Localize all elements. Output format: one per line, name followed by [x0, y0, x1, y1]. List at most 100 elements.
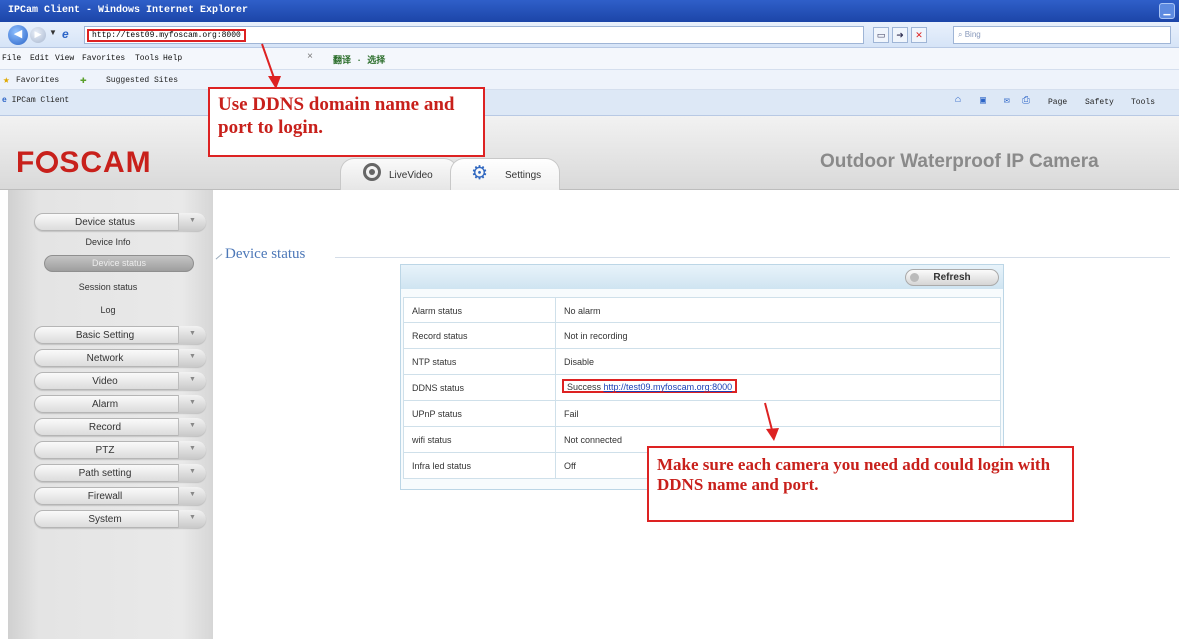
status-key: Record status — [404, 323, 556, 348]
command-page[interactable]: Page — [1048, 98, 1067, 107]
camera-model-title: Outdoor Waterproof IP Camera — [820, 151, 1099, 172]
add-favorite-icon[interactable]: ✚ — [80, 73, 87, 87]
favorites-star-icon[interactable]: ★ — [3, 73, 10, 87]
sidebar-item-ptz[interactable]: PTZ ▼ — [34, 441, 206, 459]
window-title: IPCam Client - Windows Internet Explorer — [8, 5, 249, 16]
command-tools[interactable]: Tools — [1131, 98, 1155, 107]
status-key: Infra led status — [404, 453, 556, 478]
sidebar-item-path-setting[interactable]: Path setting ▼ — [34, 464, 206, 482]
refresh-label: Refresh — [933, 272, 971, 283]
status-value: Not connected — [564, 435, 623, 445]
chevron-down-icon: ▼ — [178, 464, 206, 482]
chevron-down-icon: ▼ — [178, 418, 206, 436]
history-dropdown-icon[interactable]: ▼ — [49, 28, 57, 37]
status-value: No alarm — [564, 306, 601, 316]
tab-settings[interactable]: ⚙ Settings — [450, 158, 560, 190]
search-input[interactable]: ⌕ Bing — [953, 26, 1171, 44]
menu-file[interactable]: File — [2, 54, 21, 63]
foscam-logo: F SCAM — [16, 146, 152, 179]
sidebar-item-basic-setting[interactable]: Basic Setting ▼ — [34, 326, 206, 344]
sidebar-item-label: Network — [86, 353, 124, 364]
address-buttons: ▭ ➜ ✕ — [873, 27, 927, 43]
status-key: UPnP status — [404, 401, 556, 426]
section-rule — [335, 257, 1170, 258]
chevron-down-icon: ▼ — [178, 441, 206, 459]
table-row: UPnP status Fail — [403, 401, 1001, 427]
sidebar-item-video[interactable]: Video ▼ — [34, 372, 206, 390]
translate-button[interactable]: 翻译 · 选择 — [333, 53, 385, 66]
annotation-ddns-tip: Make sure each camera you need add could… — [647, 446, 1074, 522]
menu-bar: File Edit View Favorites Tools Help × 翻译… — [0, 48, 1179, 70]
menu-help[interactable]: Help — [163, 54, 182, 63]
ddns-status-highlight: Success http://test09.myfoscam.org:8000 — [562, 379, 738, 393]
minimize-button[interactable]: ▁ — [1159, 3, 1175, 19]
stop-icon[interactable]: ✕ — [911, 27, 927, 43]
ddns-success-text: Success — [567, 382, 602, 392]
tab-settings-label: Settings — [505, 170, 542, 181]
sidebar-item-alarm[interactable]: Alarm ▼ — [34, 395, 206, 413]
favorites-button[interactable]: Favorites — [16, 76, 59, 85]
table-row: Record status Not in recording — [403, 323, 1001, 349]
command-safety[interactable]: Safety — [1085, 98, 1114, 107]
back-arrow-icon[interactable]: ◀ — [8, 25, 28, 45]
browser-tab[interactable]: e IPCam Client — [2, 96, 69, 105]
sidebar-sub-log[interactable]: Log — [48, 305, 168, 315]
page-title: Device status — [225, 246, 306, 262]
sidebar-item-firewall[interactable]: Firewall ▼ — [34, 487, 206, 505]
feeds-icon[interactable]: ▣ — [980, 95, 986, 107]
annotation-login-tip: Use DDNS domain name and port to login. — [208, 87, 485, 157]
url-input[interactable]: http://test09.myfoscam.org:8000 — [84, 26, 864, 44]
menu-edit[interactable]: Edit — [30, 54, 49, 63]
sidebar-sub-device-info[interactable]: Device Info — [48, 237, 168, 247]
close-icon[interactable]: × — [307, 52, 313, 63]
menu-favorites[interactable]: Favorites — [82, 54, 125, 63]
sidebar-item-label: Device status — [74, 217, 136, 228]
refresh-icon — [910, 273, 919, 282]
camera-header: F SCAM LiveVideo ⚙ Settings Outdoor Water… — [0, 116, 1179, 190]
sidebar-item-label: Firewall — [87, 491, 123, 502]
sidebar-sub-device-status[interactable]: Device status — [44, 255, 194, 272]
ddns-url-link[interactable]: http://test09.myfoscam.org:8000 — [604, 382, 733, 392]
sidebar-item-device-status[interactable]: Device status ▼ — [34, 213, 206, 231]
tab-livevideo[interactable]: LiveVideo — [340, 158, 458, 190]
status-key: Alarm status — [404, 298, 556, 323]
url-text[interactable]: http://test09.myfoscam.org:8000 — [87, 29, 246, 42]
status-key: NTP status — [404, 349, 556, 374]
chevron-down-icon: ▼ — [178, 213, 206, 231]
favorites-bar: ★ Favorites ✚ Suggested Sites — [0, 70, 1179, 90]
go-arrow-icon[interactable]: ➜ — [892, 27, 908, 43]
chevron-down-icon: ▼ — [178, 395, 206, 413]
status-key: DDNS status — [404, 375, 556, 400]
compat-view-icon[interactable]: ▭ — [873, 27, 889, 43]
status-value: Not in recording — [564, 331, 628, 341]
section-title-divider — [215, 253, 223, 260]
search-placeholder: Bing — [964, 30, 981, 39]
status-value: Disable — [564, 357, 595, 367]
chevron-down-icon: ▼ — [178, 349, 206, 367]
refresh-button[interactable]: Refresh — [905, 269, 999, 286]
table-row: NTP status Disable — [403, 349, 1001, 375]
chevron-down-icon: ▼ — [178, 326, 206, 344]
chevron-down-icon: ▼ — [178, 372, 206, 390]
table-row: DDNS status Success http://test09.myfosc… — [403, 375, 1001, 401]
chevron-down-icon: ▼ — [178, 487, 206, 505]
sidebar-item-system[interactable]: System ▼ — [34, 510, 206, 528]
sidebar-item-label: PTZ — [95, 445, 115, 456]
address-bar: ◀ ▶ ▼ e http://test09.myfoscam.org:8000 … — [0, 22, 1179, 48]
sidebar-sub-session-status[interactable]: Session status — [48, 282, 168, 292]
home-icon[interactable]: ⌂ — [955, 95, 961, 106]
mail-icon[interactable]: ✉ — [1004, 95, 1010, 107]
suggested-sites-button[interactable]: Suggested Sites — [106, 76, 178, 85]
settings-sidebar: Device status ▼ Device Info Device statu… — [8, 190, 213, 639]
menu-view[interactable]: View — [55, 54, 74, 63]
sidebar-item-network[interactable]: Network ▼ — [34, 349, 206, 367]
status-value: Off — [564, 461, 576, 471]
browser-tab-title: IPCam Client — [11, 96, 70, 105]
menu-tools[interactable]: Tools — [135, 54, 159, 63]
camera-icon — [363, 163, 381, 181]
sidebar-item-record[interactable]: Record ▼ — [34, 418, 206, 436]
sidebar-item-label: Path setting — [78, 468, 132, 479]
print-icon[interactable]: ⎙ — [1022, 95, 1030, 107]
panel-header: Refresh — [401, 265, 1003, 289]
forward-arrow-icon[interactable]: ▶ — [30, 27, 46, 43]
